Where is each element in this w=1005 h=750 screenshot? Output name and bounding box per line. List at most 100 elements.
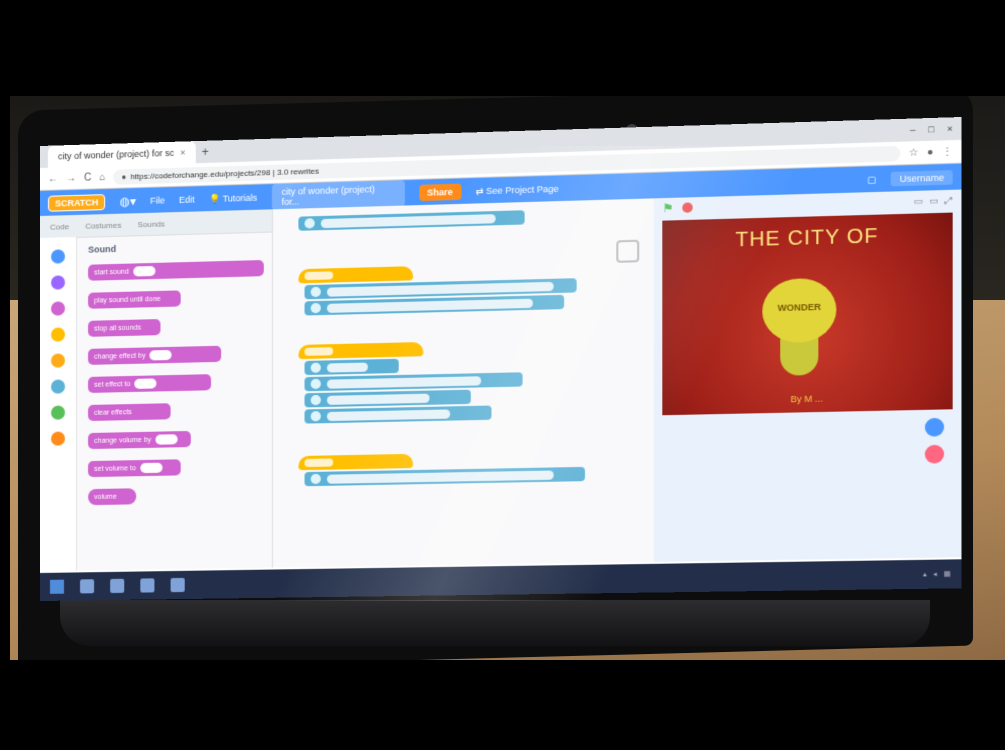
tutorials-label: Tutorials [223,192,258,203]
letterbox-top [0,0,1005,96]
search-icon[interactable] [80,579,94,593]
windows-start-icon[interactable] [50,580,64,594]
palette-block[interactable]: change effect by [88,346,221,365]
see-project-page-button[interactable]: ⇄ See Project Page [476,183,559,197]
block-label: start sound [94,268,129,276]
palette-block[interactable]: clear effects [88,403,171,421]
close-window-icon[interactable]: × [947,124,953,135]
network-icon[interactable]: ▴ [923,570,927,578]
choose-backdrop-button[interactable] [925,418,944,437]
small-stage-icon[interactable]: ▭ [914,195,923,207]
minimize-icon[interactable]: – [910,125,915,136]
url-text: https://codeforchange.edu/projects/298 |… [130,166,319,181]
letterbox-bottom [0,660,1005,750]
category-sensing[interactable] [51,379,65,393]
forward-icon[interactable]: → [66,172,76,183]
lock-icon: ● [121,172,126,181]
extension-icon [311,287,321,297]
edit-menu[interactable]: Edit [179,194,195,205]
scratch-logo[interactable]: SCRATCH [48,194,105,212]
task-view-icon[interactable] [110,579,124,593]
browser-tab[interactable]: city of wonder (project) for sc × [48,141,196,168]
bulb-label: WONDER [762,301,836,313]
category-control[interactable] [51,353,65,367]
category-motion[interactable] [51,249,65,263]
clock-icon[interactable]: ▦ [943,570,950,578]
event-hat-block[interactable] [298,342,423,359]
script-stack[interactable] [298,339,535,423]
script-stack[interactable] [298,262,576,316]
event-hat-block[interactable] [298,454,413,470]
system-tray: ▴ ◂ ▦ [923,570,950,579]
volume-icon[interactable]: ◂ [933,570,937,578]
event-hat-block[interactable] [298,266,413,283]
close-icon[interactable]: × [180,147,185,157]
reload-icon[interactable]: C [84,172,91,183]
palette-block[interactable]: set volume to [88,459,181,477]
large-stage-icon[interactable]: ▭ [929,195,938,207]
profile-icon[interactable]: ● [927,146,933,158]
stage-size-controls: ▭ ▭ ⤢ [914,194,953,206]
palette-category-title: Sound [88,240,264,255]
block-label: change effect by [94,352,146,360]
editor-area: Code Costumes Sounds Sound start sound p… [40,190,961,571]
share-button[interactable]: Share [419,184,461,201]
laptop-base [60,600,930,646]
tutorials-menu[interactable]: 💡 Tutorials [209,192,257,204]
category-events[interactable] [51,327,65,341]
back-icon[interactable]: ← [48,173,58,184]
stage-canvas[interactable]: THE CITY OF WONDER By M ... [662,213,952,416]
tab-sounds[interactable]: Sounds [137,219,164,229]
account-menu[interactable]: Username [891,170,952,186]
laptop-screen: city of wonder (project) for sc × + – □ … [40,117,961,601]
new-tab-icon[interactable]: + [202,145,209,159]
choose-sprite-button[interactable] [925,445,944,464]
stage-title-text: THE CITY OF [662,223,952,255]
code-block[interactable] [305,372,523,391]
code-block[interactable] [305,467,585,486]
code-block[interactable] [305,406,492,424]
green-flag-icon[interactable]: ⚑ [662,201,673,216]
category-variables[interactable] [51,431,65,445]
category-looks[interactable] [51,275,65,289]
palette-block[interactable]: set effect to [88,374,211,393]
block-label: volume [94,493,117,500]
chrome-icon[interactable] [171,578,185,592]
code-block[interactable] [305,390,471,408]
category-sound[interactable] [51,301,65,315]
home-icon[interactable]: ⌂ [99,172,105,183]
category-operators[interactable] [51,405,65,419]
code-block[interactable] [298,210,524,231]
code-block[interactable] [305,359,399,375]
code-workspace[interactable] [273,198,654,567]
script-stack[interactable] [298,208,524,231]
extension-icon [311,303,321,313]
maximize-icon[interactable]: □ [928,124,934,135]
file-explorer-icon[interactable] [140,578,154,592]
block-label: set effect to [94,380,130,388]
block-label: play sound until done [94,295,161,304]
tab-code[interactable]: Code [50,222,69,232]
my-stuff-icon[interactable]: ▢ [867,174,876,186]
block-label: change volume by [94,436,151,444]
fullscreen-icon[interactable]: ⤢ [945,194,953,206]
block-label: stop all sounds [94,324,141,332]
extension-icon [311,411,321,421]
palette-block[interactable]: volume [88,488,136,505]
extension-icon [305,218,315,228]
stop-icon[interactable] [682,202,693,213]
palette-block[interactable]: start sound [88,260,264,281]
palette-block[interactable]: stop all sounds [88,319,160,337]
menu-icon[interactable]: ⋮ [942,146,953,158]
globe-icon[interactable]: ◍▾ [120,194,137,209]
extension-icon [311,474,321,484]
tab-costumes[interactable]: Costumes [85,220,121,230]
script-stack[interactable] [298,450,597,486]
star-icon[interactable]: ☆ [909,147,919,159]
block-palette-column: Code Costumes Sounds Sound start sound p… [40,209,273,571]
file-menu[interactable]: File [150,195,165,205]
tab-title: city of wonder (project) for sc [58,148,174,162]
sprite-pane [662,418,952,562]
palette-block[interactable]: change volume by [88,431,191,449]
palette-block[interactable]: play sound until done [88,290,181,308]
